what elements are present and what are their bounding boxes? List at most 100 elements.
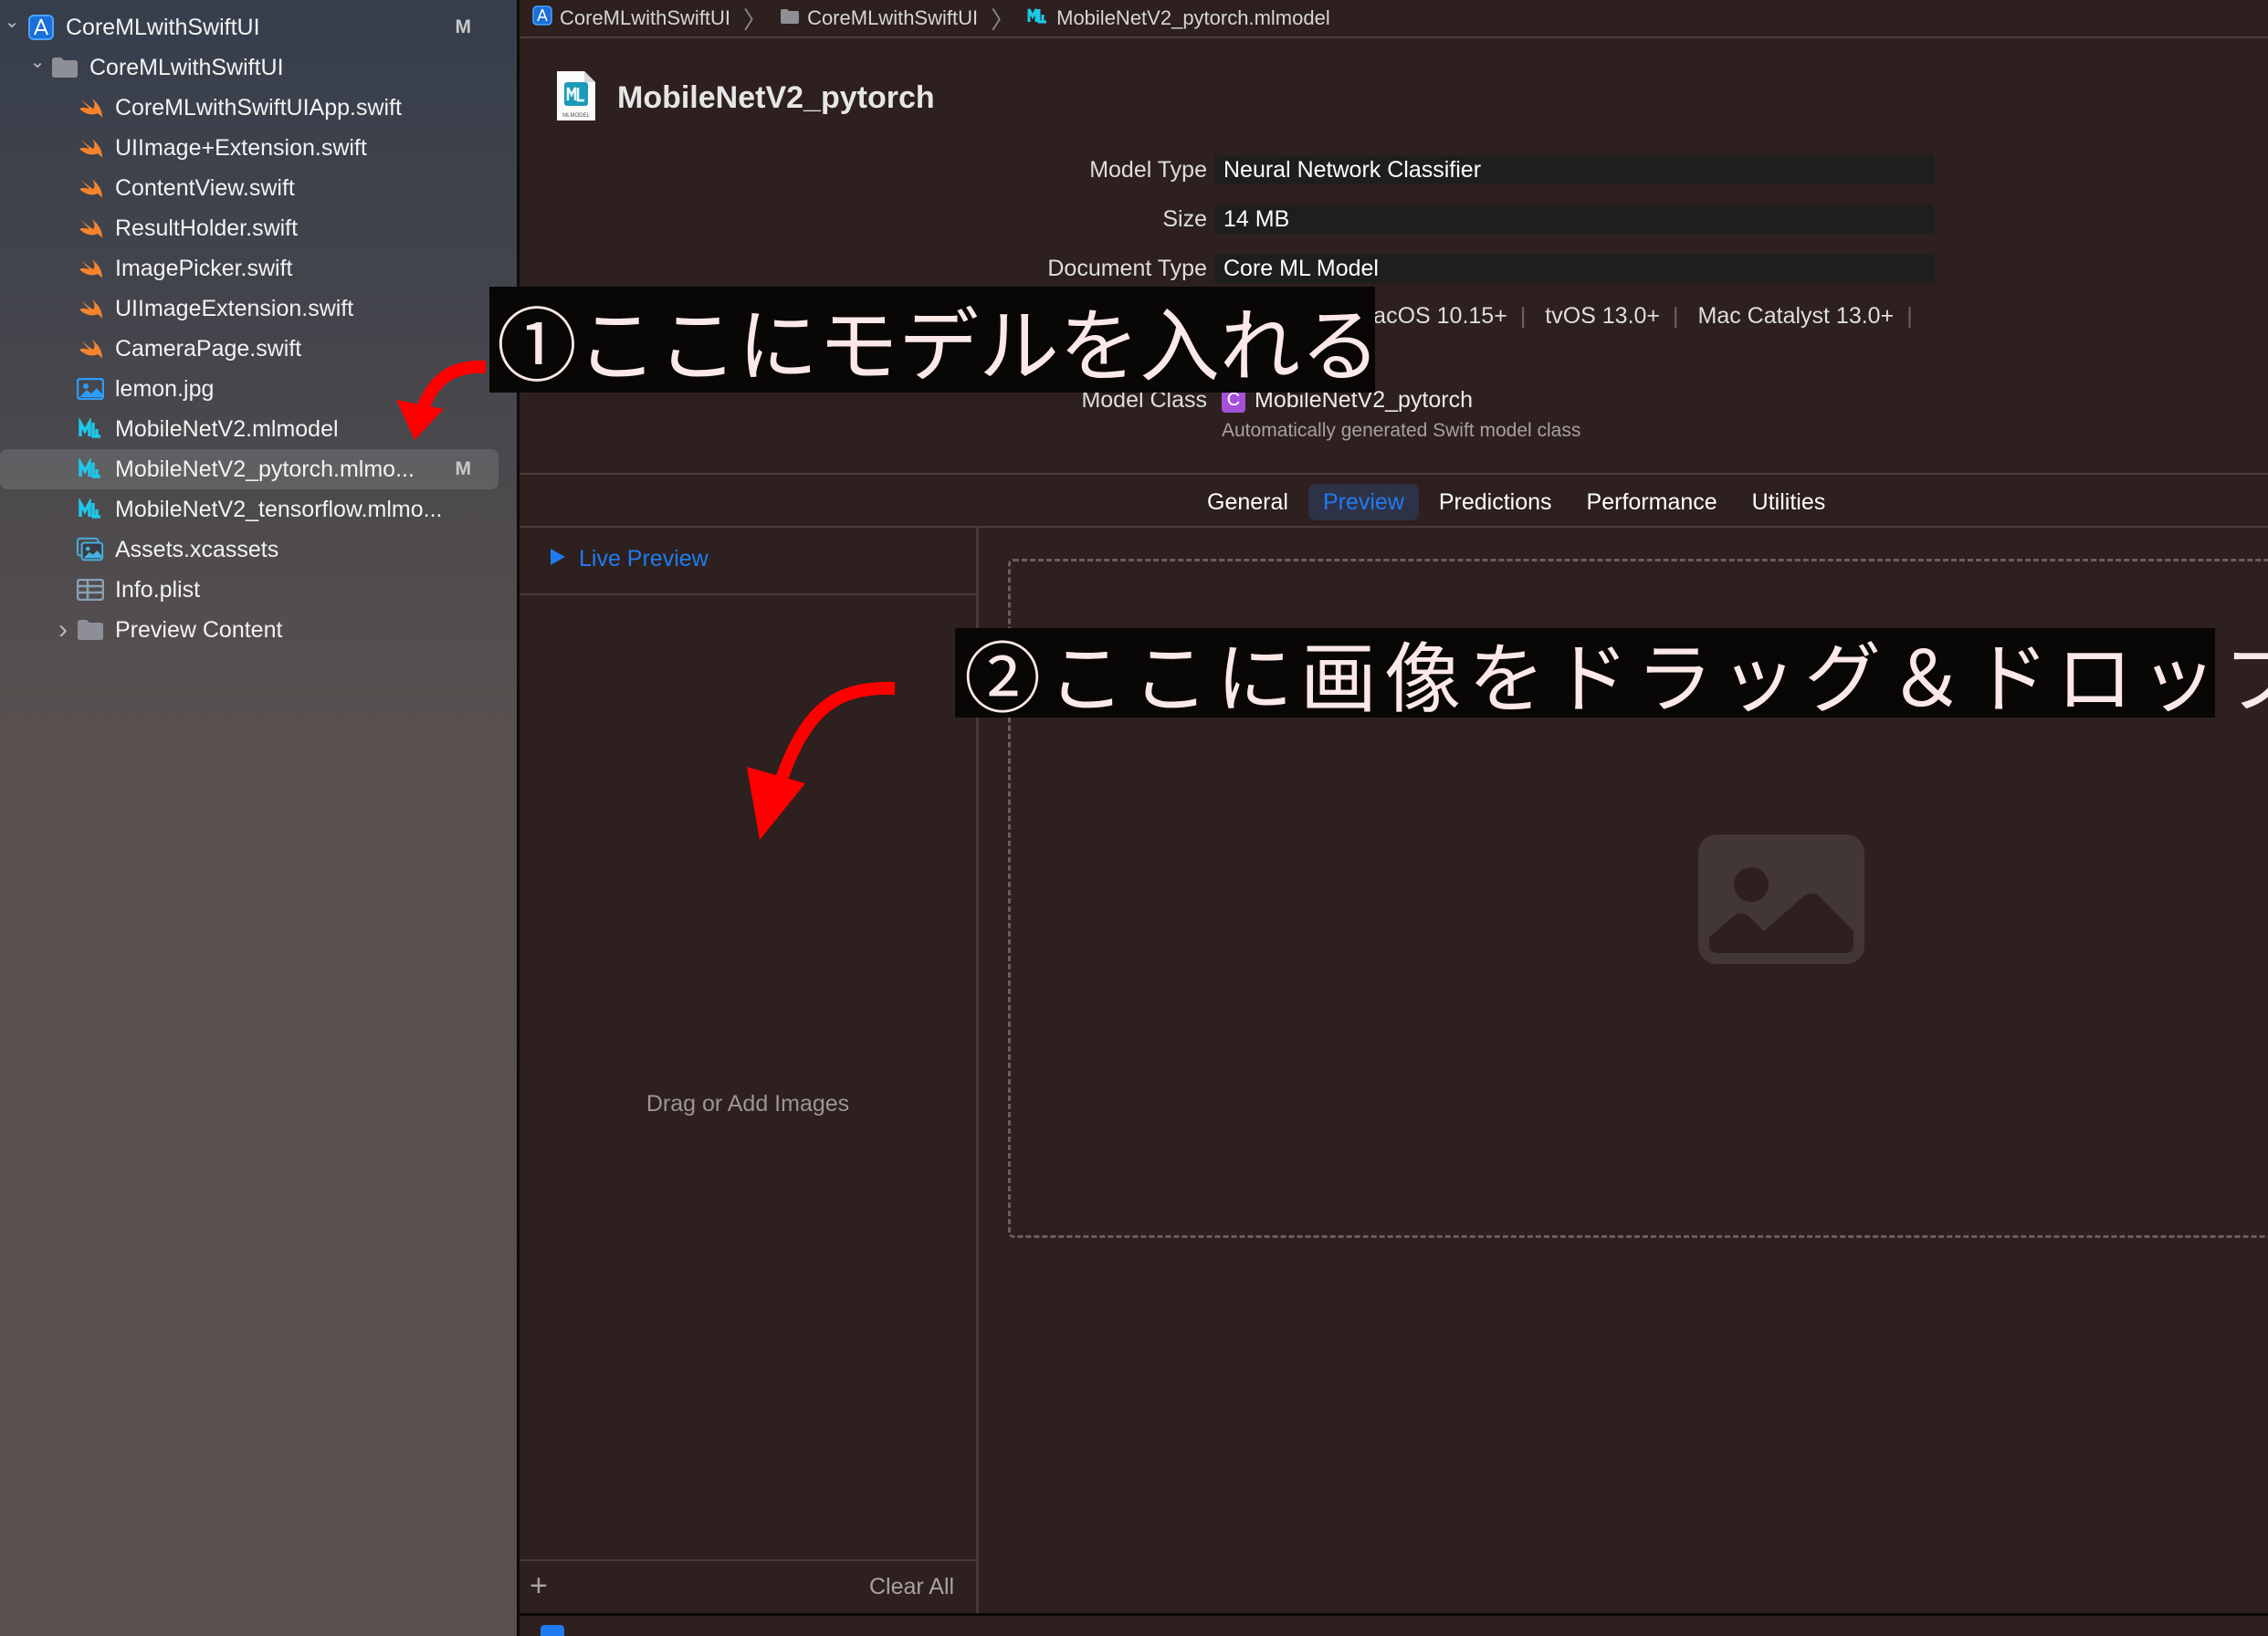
add-image-button[interactable]: + <box>530 1568 548 1604</box>
swift-file-icon <box>77 174 104 202</box>
sidebar-item[interactable]: ImagePicker.swift <box>0 248 517 288</box>
red-arrow-annotation-2 <box>747 681 896 840</box>
swift-file-icon <box>77 255 104 282</box>
document-title: MobileNetV2_pytorch <box>617 80 935 115</box>
tab-utilities[interactable]: Utilities <box>1738 484 1841 520</box>
model-type-label: Model Type <box>1089 157 1207 183</box>
live-preview-button[interactable]: Live Preview <box>550 546 709 572</box>
mlmodel-icon <box>77 456 104 483</box>
sidebar-item-label: CameraPage.swift <box>115 335 302 362</box>
annotation-step2: ②ここに画像をドラッグ＆ドロップ <box>955 628 2268 722</box>
tab-general[interactable]: General <box>1192 484 1303 520</box>
sidebar-item-label: ImagePicker.swift <box>115 255 293 281</box>
source-control-status-badge: M <box>455 16 472 37</box>
breadcrumb-label: CoreMLwithSwiftUI <box>807 6 979 29</box>
swift-file-icon <box>77 134 104 162</box>
availability-tvos: tvOS 13.0+ <box>1545 303 1661 329</box>
separator: | <box>1673 303 1679 329</box>
bottom-toolbar-icon[interactable] <box>541 1625 564 1636</box>
sidebar-item[interactable]: Assets.xcassets <box>0 530 517 570</box>
sidebar-item[interactable]: ResultHolder.swift <box>0 208 517 248</box>
chevron-right-icon[interactable]: › <box>53 614 73 645</box>
divider <box>520 593 976 595</box>
asset-catalog-icon <box>77 536 104 563</box>
chevron-right-icon: 〉 <box>743 5 768 34</box>
live-preview-label: Live Preview <box>579 546 709 572</box>
sidebar-item[interactable]: UIImage+Extension.swift <box>0 128 517 168</box>
swift-file-icon <box>77 335 104 362</box>
image-file-icon <box>77 375 104 403</box>
annotation-step1: ①ここにモデルを入れる <box>489 287 1381 393</box>
mlmodel-file-icon: MLMODEL <box>555 69 597 127</box>
sidebar-item-label: CoreMLwithSwiftUIApp.swift <box>115 94 402 121</box>
sidebar-item[interactable]: ⌄ CoreMLwithSwiftUI M <box>0 7 517 47</box>
folder-icon <box>51 54 79 81</box>
breadcrumb-item-project[interactable]: CoreMLwithSwiftUI 〉 <box>532 2 767 36</box>
sidebar-item-label: MobileNetV2.mlmodel <box>115 415 339 442</box>
document-type-label: Document Type <box>1047 256 1207 281</box>
play-icon <box>550 546 566 572</box>
sidebar-item[interactable]: MobileNetV2_pytorch.mlmo... M <box>0 449 499 489</box>
swift-file-icon <box>77 94 104 121</box>
source-control-status-badge: M <box>455 458 472 479</box>
clear-all-button[interactable]: Clear All <box>869 1574 954 1600</box>
divider <box>520 1613 2268 1616</box>
breadcrumb: CoreMLwithSwiftUI 〉 CoreMLwithSwiftUI 〉 … <box>520 0 2268 38</box>
plist-icon <box>77 576 104 603</box>
divider <box>520 1559 976 1561</box>
tab-bar: General Preview Predictions Performance … <box>1192 484 1840 520</box>
sidebar-item[interactable]: ⌄ CoreMLwithSwiftUI <box>0 47 517 88</box>
sidebar-item[interactable]: CoreMLwithSwiftUIApp.swift <box>0 88 517 128</box>
sidebar-item[interactable]: MobileNetV2_tensorflow.mlmo... <box>0 489 517 530</box>
mlmodel-icon <box>1027 5 1049 31</box>
size-label: Size <box>1162 206 1207 232</box>
mlmodel-icon <box>77 496 104 523</box>
chevron-down-icon[interactable]: ⌄ <box>2 11 22 32</box>
sidebar-item-label: UIImage+Extension.swift <box>115 134 367 161</box>
red-arrow-annotation-1 <box>396 360 487 440</box>
sidebar-item-label: UIImageExtension.swift <box>115 295 354 321</box>
sidebar-item[interactable]: › Preview Content <box>0 610 517 650</box>
divider <box>520 473 2268 475</box>
sidebar-item[interactable]: Info.plist <box>0 570 517 610</box>
folder-icon <box>780 6 800 30</box>
chevron-right-icon: 〉 <box>991 5 1015 34</box>
separator: | <box>1906 303 1913 329</box>
breadcrumb-label: CoreMLwithSwiftUI <box>560 6 731 29</box>
breadcrumb-item-file[interactable]: MobileNetV2_pytorch.mlmodel <box>1027 5 1330 31</box>
mlmodel-icon <box>77 415 104 443</box>
sidebar-item-label: Assets.xcassets <box>115 536 279 562</box>
size-value: 14 MB <box>1214 204 1934 234</box>
model-class-note: Automatically generated Swift model clas… <box>1222 420 1581 441</box>
xcode-project-icon <box>27 14 55 41</box>
sidebar-item-label: MobileNetV2_tensorflow.mlmo... <box>115 496 443 522</box>
sidebar-item-label: MobileNetV2_pytorch.mlmo... <box>115 456 415 482</box>
swift-file-icon <box>77 295 104 322</box>
xcode-project-icon <box>532 5 552 31</box>
sidebar-item-label: ContentView.swift <box>115 174 295 201</box>
tab-preview[interactable]: Preview <box>1307 484 1419 520</box>
folder-icon <box>77 616 104 644</box>
availability-catalyst: Mac Catalyst 13.0+ <box>1697 303 1895 329</box>
photo-placeholder-icon <box>1698 834 1864 964</box>
breadcrumb-label: MobileNetV2_pytorch.mlmodel <box>1056 6 1330 29</box>
model-type-value: Neural Network Classifier <box>1214 155 1934 184</box>
tab-predictions[interactable]: Predictions <box>1424 484 1567 520</box>
separator: | <box>1519 303 1527 329</box>
sidebar-item[interactable]: UIImageExtension.swift <box>0 288 517 329</box>
tab-performance[interactable]: Performance <box>1572 484 1732 520</box>
document-type-value: Core ML Model <box>1214 254 1934 283</box>
breadcrumb-item-folder[interactable]: CoreMLwithSwiftUI 〉 <box>780 2 1014 36</box>
sidebar-item[interactable]: ContentView.swift <box>0 168 517 208</box>
sidebar-item-label: Preview Content <box>115 616 283 643</box>
empty-image-list-text: Drag or Add Images <box>646 1091 850 1117</box>
svg-text:MLMODEL: MLMODEL <box>562 113 590 119</box>
sidebar-item-label: lemon.jpg <box>115 375 215 402</box>
sidebar-item-label: CoreMLwithSwiftUI <box>89 54 284 80</box>
sidebar-item-label: CoreMLwithSwiftUI <box>66 14 260 40</box>
chevron-down-icon[interactable]: ⌄ <box>27 51 47 72</box>
sidebar-item-label: Info.plist <box>115 576 201 603</box>
swift-file-icon <box>77 215 104 242</box>
sidebar-item-label: ResultHolder.swift <box>115 215 299 241</box>
document-header: MLMODEL MobileNetV2_pytorch <box>555 69 935 127</box>
